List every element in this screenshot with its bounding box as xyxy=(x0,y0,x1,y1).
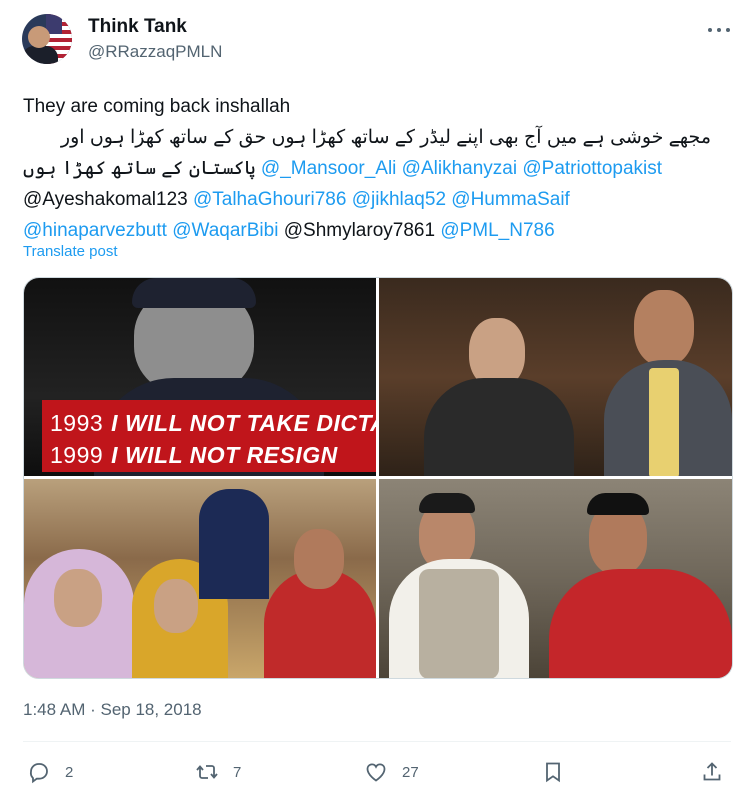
more-options-icon[interactable] xyxy=(708,20,730,40)
post-line-4: @Ayeshakomal123 @TalhaGhouri786 @jikhlaq… xyxy=(23,184,735,215)
photo-2[interactable] xyxy=(379,278,732,476)
post-line-english: They are coming back inshallah xyxy=(23,96,291,117)
person-hair xyxy=(587,493,649,515)
like-button[interactable]: 27 xyxy=(364,755,419,789)
display-name[interactable]: Think Tank xyxy=(88,16,187,38)
banner-line-1: 1993I WILL NOT TAKE DICTATION xyxy=(50,410,376,436)
repost-count: 7 xyxy=(233,763,242,781)
person-face xyxy=(634,290,694,366)
photo-4[interactable] xyxy=(379,479,732,678)
mention-plain: @Shmylaroy7861 xyxy=(283,220,436,241)
mention-link[interactable]: @hinaparvezbutt xyxy=(23,220,167,241)
person-face xyxy=(54,569,102,627)
post-text: They are coming back inshallah مجھے خوشی… xyxy=(23,91,735,246)
person-face xyxy=(294,529,344,589)
banner-line-2: 1999 I WILL NOT RESIGN xyxy=(50,442,338,468)
mention-link[interactable]: @_Mansoor_Ali xyxy=(261,158,396,179)
post-line-urdu-2: پاکستان کے ساتھ کھڑا ہوں xyxy=(23,158,256,179)
person-shirt xyxy=(649,368,679,476)
mention-link[interactable]: @Alikhanyzai xyxy=(402,158,517,179)
repost-button[interactable]: 7 xyxy=(195,755,241,789)
reply-count: 2 xyxy=(65,763,74,781)
reply-icon xyxy=(29,763,48,784)
tweet: Think Tank @RRazzaqPMLN They are coming … xyxy=(0,0,752,805)
share-icon xyxy=(703,762,721,781)
mention-link[interactable]: @PML_N786 xyxy=(440,220,554,241)
person-hair xyxy=(419,493,475,513)
share-button[interactable] xyxy=(700,755,724,789)
action-bar: 2 7 27 xyxy=(23,755,731,789)
mention-link[interactable]: @jikhlaq52 xyxy=(352,189,446,210)
photo-1[interactable]: 1993I WILL NOT TAKE DICTATION 1999I WILL… xyxy=(24,278,376,476)
avatar[interactable] xyxy=(22,14,72,64)
user-handle[interactable]: @RRazzaqPMLN xyxy=(88,42,222,62)
post-line-urdu-1: مجھے خوشی ہے میں آج بھی اپنے لیڈر کے سات… xyxy=(60,127,711,148)
mention-link[interactable]: @TalhaGhouri786 xyxy=(193,189,346,210)
person-jacket xyxy=(549,569,732,678)
avatar-face xyxy=(28,26,50,48)
mention-link[interactable]: @HummaSaif xyxy=(451,189,570,210)
bookmark-icon xyxy=(546,762,560,783)
post-line-3: پاکستان کے ساتھ کھڑا ہوں @_Mansoor_Ali @… xyxy=(23,153,735,184)
person-face xyxy=(154,579,198,633)
person-suit xyxy=(424,378,574,476)
mention-link[interactable]: @WaqarBibi xyxy=(172,220,278,241)
translate-post-link[interactable]: Translate post xyxy=(23,243,118,260)
portrait-hair xyxy=(132,278,256,308)
post-timestamp[interactable]: 1:48 AM · Sep 18, 2018 xyxy=(23,700,202,720)
repost-icon xyxy=(196,765,218,779)
reply-button[interactable]: 2 xyxy=(27,755,73,789)
mention-link[interactable]: @Patriottopakist xyxy=(522,158,662,179)
heart-icon xyxy=(366,763,386,782)
divider xyxy=(23,741,731,742)
person-suit xyxy=(199,489,269,599)
bookmark-button[interactable] xyxy=(541,755,565,789)
avatar-body xyxy=(22,46,58,64)
mention-plain: @Ayeshakomal123 xyxy=(23,189,188,210)
photo-3[interactable] xyxy=(24,479,376,678)
like-count: 27 xyxy=(402,763,419,781)
media-grid: 1993I WILL NOT TAKE DICTATION 1999I WILL… xyxy=(23,277,733,679)
post-line-5: @hinaparvezbutt @WaqarBibi @Shmylaroy786… xyxy=(23,215,735,246)
person-waistcoat xyxy=(419,569,499,678)
